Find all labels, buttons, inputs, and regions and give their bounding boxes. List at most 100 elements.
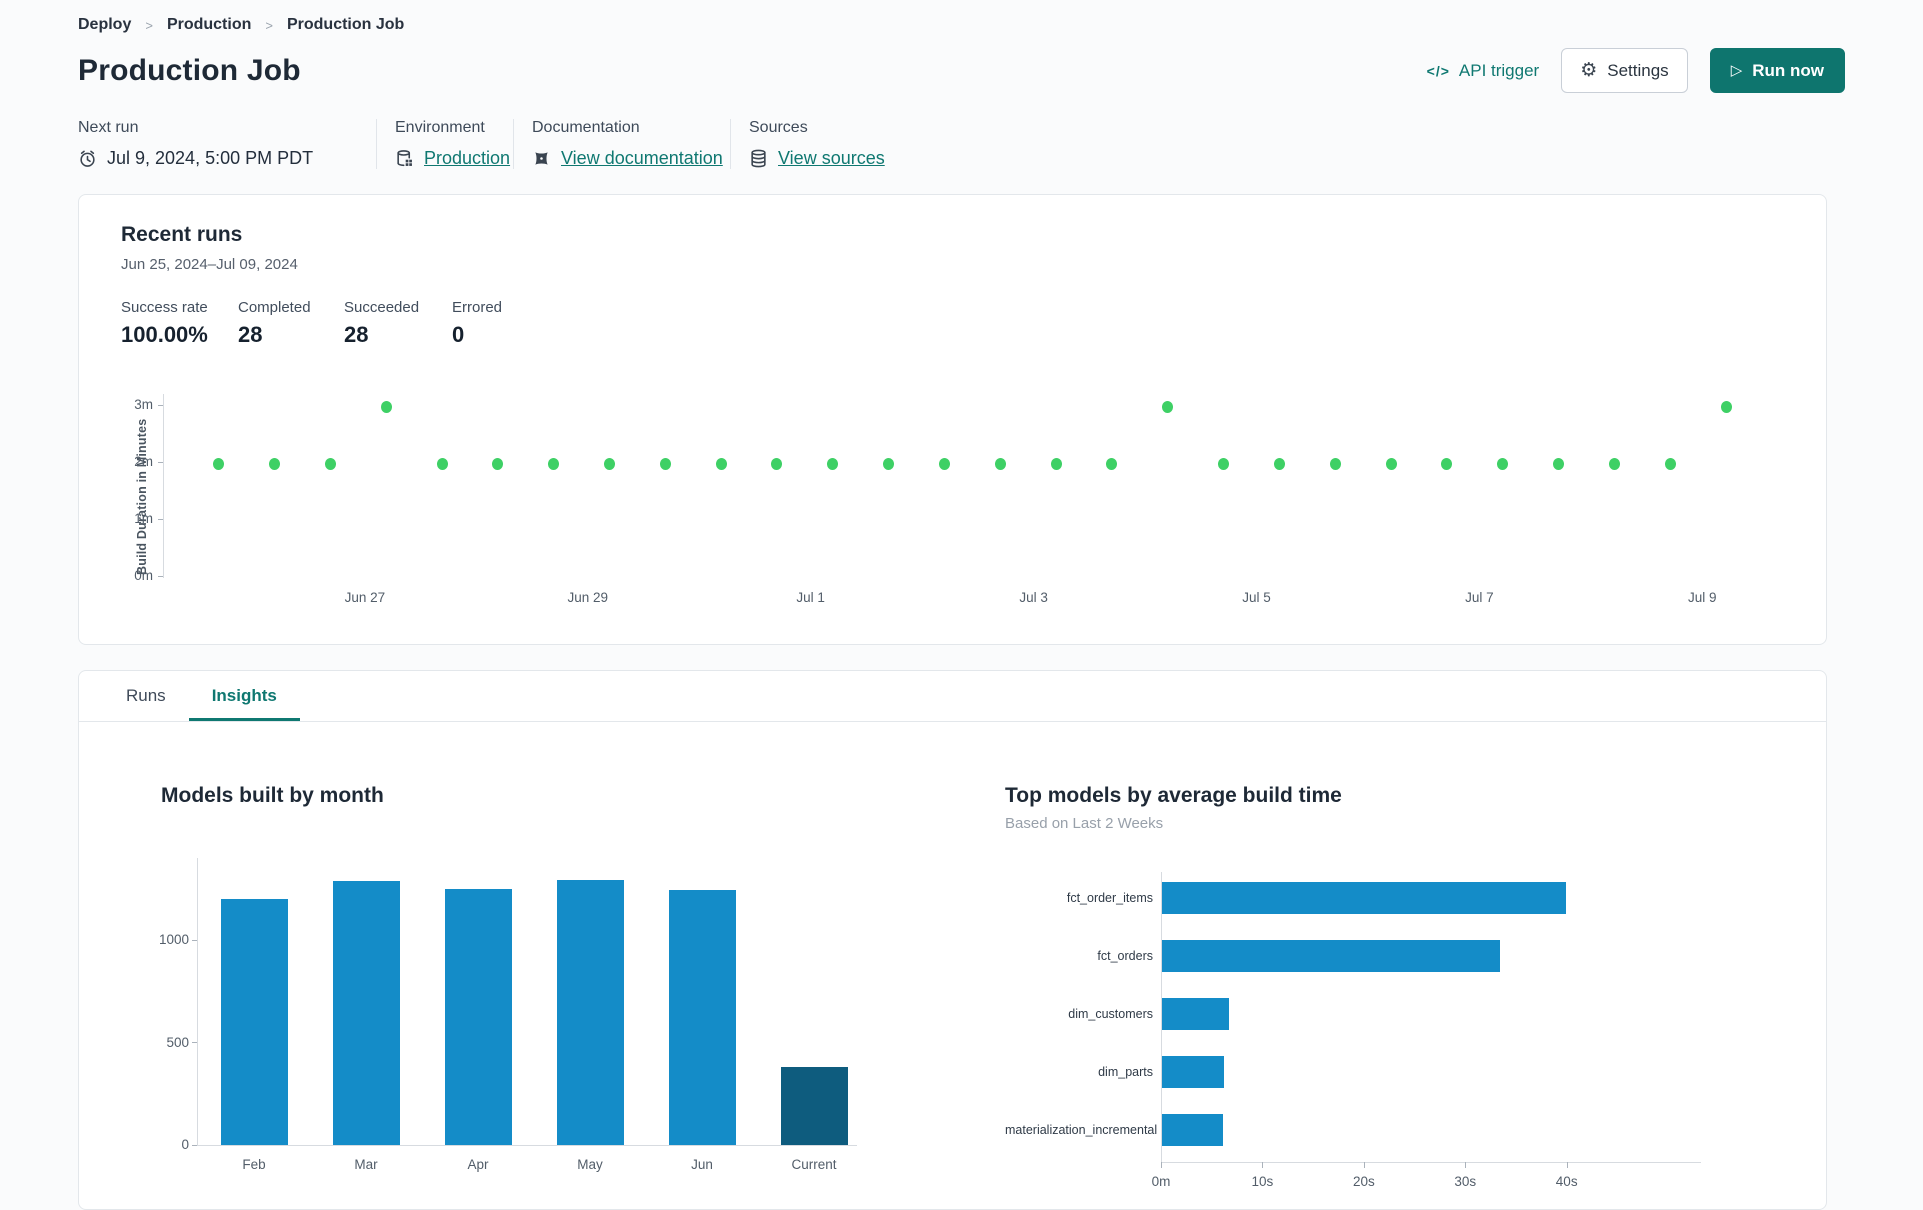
run-dot[interactable] xyxy=(1106,457,1118,470)
header-row: Production Job </> API trigger ⚙ Setting… xyxy=(78,48,1845,93)
environment-link[interactable]: Production xyxy=(424,148,510,169)
run-dot[interactable] xyxy=(1720,401,1732,414)
month-bar[interactable] xyxy=(780,1067,848,1145)
run-dot[interactable] xyxy=(492,457,504,470)
run-now-button[interactable]: ▷ Run now xyxy=(1709,48,1845,93)
run-dot[interactable] xyxy=(1441,457,1453,470)
top-models-subtitle: Based on Last 2 Weeks xyxy=(1005,815,1164,832)
run-dot[interactable] xyxy=(1385,457,1397,470)
gear-icon: ⚙ xyxy=(1580,59,1598,81)
bar-baseline xyxy=(197,1145,857,1146)
view-documentation-link[interactable]: View documentation xyxy=(561,148,723,169)
insights-charts-row: Models built by month 0 500 1000 Feb Mar Apr M… xyxy=(79,722,1826,1202)
settings-label: Settings xyxy=(1607,60,1669,80)
scatter-y-tick-mark xyxy=(158,518,163,520)
stat-value: 28 xyxy=(344,322,369,347)
run-dot[interactable] xyxy=(1273,457,1285,470)
breadcrumb-production-job: Production Job xyxy=(286,16,405,33)
run-dot[interactable] xyxy=(1050,457,1062,470)
run-dot[interactable] xyxy=(715,457,727,470)
breadcrumb-production[interactable]: Production xyxy=(167,16,251,34)
breadcrumb: Deploy > Production > Production Job xyxy=(78,16,1845,34)
breadcrumb-deploy[interactable]: Deploy xyxy=(78,16,131,34)
bar-y-tick-label: 1000 xyxy=(158,932,189,947)
bar-y-tick-label: 0 xyxy=(181,1137,189,1152)
model-label: dim_customers xyxy=(1068,1007,1153,1021)
run-dot[interactable] xyxy=(213,457,225,470)
tabs-row: Runs Insights xyxy=(79,671,1826,722)
api-trigger-label: API trigger xyxy=(1458,60,1540,80)
run-dot[interactable] xyxy=(1664,457,1676,470)
scatter-y-tick-mark xyxy=(158,461,163,463)
run-duration-plot: 0m 1m 2m 3m Jun 27 Jun 29 Jul 1 Jul 3 Jul 5 Jul 7… xyxy=(134,386,1783,618)
sources-label: Sources xyxy=(749,119,808,136)
month-bar[interactable] xyxy=(668,889,736,1145)
run-dot[interactable] xyxy=(771,457,783,470)
run-dot[interactable] xyxy=(1218,457,1230,470)
hbar-x-tick-label: 30s xyxy=(1454,1174,1477,1189)
month-bar[interactable] xyxy=(556,879,624,1145)
hbar-x-tick-label: 0m xyxy=(1151,1174,1171,1189)
run-dot[interactable] xyxy=(269,457,281,470)
api-trigger-link[interactable]: </> API trigger xyxy=(1427,61,1540,81)
run-dot[interactable] xyxy=(1329,457,1341,470)
run-dot[interactable] xyxy=(938,457,950,470)
stat-completed: Completed 28 xyxy=(238,299,344,348)
recent-runs-date-range: Jun 25, 2024–Jul 09, 2024 xyxy=(121,256,298,273)
run-dot[interactable] xyxy=(1608,457,1620,470)
month-bar[interactable] xyxy=(444,888,512,1145)
run-dot[interactable] xyxy=(1553,457,1565,470)
meta-environment: Environment Production xyxy=(376,119,513,169)
chevron-right-icon: > xyxy=(265,17,273,33)
scatter-x-tick-label: Jul 3 xyxy=(1019,590,1048,605)
scatter-x-tick-label: Jul 1 xyxy=(796,590,825,605)
documentation-label: Documentation xyxy=(532,119,640,136)
dbt-logo-icon xyxy=(535,152,548,165)
header-actions: </> API trigger ⚙ Settings ▷ Run now xyxy=(1427,48,1845,93)
run-dot[interactable] xyxy=(1497,457,1509,470)
model-bar[interactable] xyxy=(1162,1114,1223,1146)
database-icon xyxy=(751,149,766,168)
bar-y-tick-mark xyxy=(192,1042,197,1043)
stat-label: Succeeded xyxy=(344,299,420,316)
run-dot[interactable] xyxy=(659,457,671,470)
scatter-y-tick-label: 3m xyxy=(134,397,153,412)
run-dot[interactable] xyxy=(548,457,560,470)
model-bar[interactable] xyxy=(1162,998,1229,1030)
run-dot[interactable] xyxy=(604,457,615,470)
recent-runs-card: Recent runs Jun 25, 2024–Jul 09, 2024 Su… xyxy=(78,194,1827,645)
tab-insights[interactable]: Insights xyxy=(188,671,300,721)
job-meta-row: Next run Jul 9, 2024, 5:00 PM PDT Enviro… xyxy=(78,119,1845,169)
models-by-month-chart: Models built by month 0 500 1000 Feb Mar Apr M… xyxy=(159,784,1005,1202)
settings-button[interactable]: ⚙ Settings xyxy=(1561,48,1688,93)
run-dot[interactable] xyxy=(1162,401,1174,414)
run-dot[interactable] xyxy=(436,457,448,470)
model-label: fct_order_items xyxy=(1066,891,1153,905)
run-dot[interactable] xyxy=(380,401,392,414)
model-bar[interactable] xyxy=(1162,882,1566,914)
month-bar[interactable] xyxy=(220,899,288,1145)
run-dot[interactable] xyxy=(883,457,895,470)
hbar-x-tick-mark xyxy=(1566,1162,1568,1168)
run-dot[interactable] xyxy=(994,457,1006,470)
run-duration-chart: Build Duration in Minutes 0m 1m 2m 3m Jun 27… xyxy=(121,386,1784,618)
stat-label: Errored xyxy=(452,299,503,316)
stat-label: Completed xyxy=(238,299,311,316)
run-dot[interactable] xyxy=(827,457,839,470)
tab-runs[interactable]: Runs xyxy=(103,671,189,721)
stat-label: Success rate xyxy=(121,299,208,316)
next-run-label: Next run xyxy=(78,119,139,136)
top-bar: Deploy > Production > Production Job Pro… xyxy=(0,0,1923,93)
meta-next-run: Next run Jul 9, 2024, 5:00 PM PDT xyxy=(78,119,376,169)
hbar-x-tick-mark xyxy=(1161,1162,1162,1168)
bar-x-tick-label: Feb xyxy=(242,1157,266,1172)
view-sources-link[interactable]: View sources xyxy=(778,148,885,169)
month-bar[interactable] xyxy=(332,880,400,1145)
run-dot[interactable] xyxy=(324,457,336,470)
model-bar[interactable] xyxy=(1162,940,1500,972)
hbar-x-tick-label: 40s xyxy=(1555,1174,1578,1189)
scatter-x-tick-label: Jun 29 xyxy=(567,590,609,605)
bar-y-tick-label: 500 xyxy=(166,1034,189,1050)
hbar-x-tick-label: 10s xyxy=(1251,1174,1274,1189)
model-bar[interactable] xyxy=(1162,1056,1224,1088)
